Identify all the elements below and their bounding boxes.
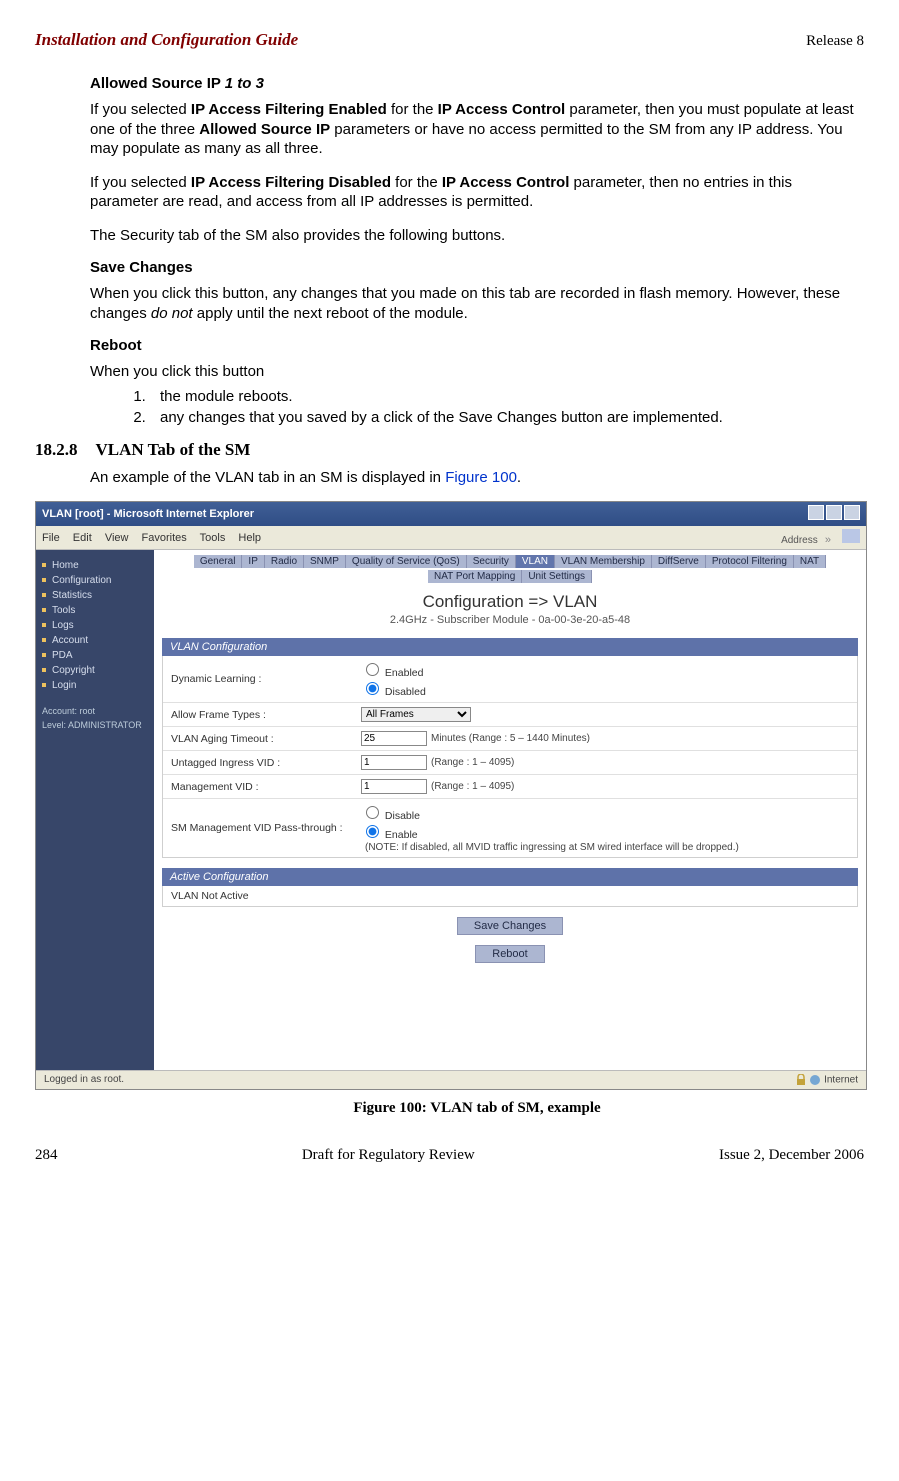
- untagged-vid-input[interactable]: [361, 755, 427, 770]
- radio-disabled[interactable]: [366, 682, 379, 695]
- field-label: Allow Frame Types :: [171, 709, 361, 721]
- lock-icon: [795, 1074, 807, 1086]
- menu-item[interactable]: Tools: [200, 532, 226, 544]
- heading-text: Allowed Source IP: [90, 75, 225, 92]
- paragraph: When you click this button, any changes …: [90, 284, 864, 323]
- tab[interactable]: Security: [467, 555, 516, 568]
- sidebar-item[interactable]: Copyright: [42, 663, 148, 678]
- field-label: Untagged Ingress VID :: [171, 757, 361, 769]
- menubar: File Edit View Favorites Tools Help Addr…: [36, 526, 866, 550]
- sidebar-item[interactable]: PDA: [42, 648, 148, 663]
- menu-item[interactable]: File: [42, 532, 60, 544]
- field-hint: Minutes (Range : 5 – 1440 Minutes): [431, 733, 590, 744]
- field-hint: (Range : 1 – 4095): [431, 781, 514, 792]
- tab[interactable]: SNMP: [304, 555, 346, 568]
- menu-item[interactable]: View: [105, 532, 129, 544]
- menu-item[interactable]: Favorites: [142, 532, 187, 544]
- radio-option[interactable]: Disabled: [361, 686, 426, 698]
- embedded-screenshot: VLAN [root] - Microsoft Internet Explore…: [35, 501, 867, 1090]
- minimize-icon[interactable]: [808, 505, 824, 520]
- figure-caption: Figure 100: VLAN tab of SM, example: [90, 1100, 864, 1117]
- sidebar-item[interactable]: Login: [42, 678, 148, 693]
- paragraph: An example of the VLAN tab in an SM is d…: [90, 468, 864, 488]
- sidebar-item[interactable]: Logs: [42, 618, 148, 633]
- panel-header: VLAN Configuration: [162, 638, 858, 656]
- paragraph: The Security tab of the SM also provides…: [90, 226, 864, 246]
- menu-item[interactable]: Help: [238, 532, 261, 544]
- tab-active[interactable]: VLAN: [516, 555, 555, 568]
- sidebar-item[interactable]: Account: [42, 633, 148, 648]
- window-controls[interactable]: [806, 505, 860, 523]
- radio-enabled[interactable]: [366, 663, 379, 676]
- tab[interactable]: VLAN Membership: [555, 555, 652, 568]
- footer-center: Draft for Regulatory Review: [302, 1147, 475, 1164]
- radio-enable[interactable]: [366, 825, 379, 838]
- save-changes-button[interactable]: Save Changes: [457, 917, 563, 935]
- tab[interactable]: Quality of Service (QoS): [346, 555, 467, 568]
- status-left: Logged in as root.: [44, 1074, 124, 1086]
- field-note: (NOTE: If disabled, all MVID traffic ing…: [365, 842, 739, 853]
- panel-body-text: VLAN Not Active: [171, 890, 249, 902]
- window-title: VLAN [root] - Microsoft Internet Explore…: [42, 508, 254, 520]
- section-heading: 18.2.8 VLAN Tab of the SM: [35, 440, 864, 460]
- sidebar-item[interactable]: Tools: [42, 603, 148, 618]
- maximize-icon[interactable]: [826, 505, 842, 520]
- radio-disable[interactable]: [366, 806, 379, 819]
- figure-link[interactable]: Figure 100: [445, 469, 517, 486]
- mgmt-vid-input[interactable]: [361, 779, 427, 794]
- section-number: 18.2.8: [35, 440, 78, 460]
- close-icon[interactable]: [844, 505, 860, 520]
- menu-item[interactable]: Edit: [73, 532, 92, 544]
- heading-save-changes: Save Changes: [90, 259, 864, 276]
- status-bar: Logged in as root. Internet: [36, 1070, 866, 1089]
- field-label: Dynamic Learning :: [171, 673, 361, 685]
- paragraph: If you selected IP Access Filtering Enab…: [90, 100, 864, 159]
- sidebar-item[interactable]: Statistics: [42, 588, 148, 603]
- aging-timeout-input[interactable]: [361, 731, 427, 746]
- field-label: SM Management VID Pass-through :: [171, 822, 361, 834]
- list-item: any changes that you saved by a click of…: [150, 409, 864, 426]
- tab[interactable]: Unit Settings: [522, 570, 592, 583]
- paragraph: If you selected IP Access Filtering Disa…: [90, 173, 864, 212]
- account-info: Account: root Level: ADMINISTRATOR: [42, 705, 148, 732]
- ordered-list: the module reboots. any changes that you…: [90, 388, 864, 426]
- radio-option[interactable]: Disable: [361, 810, 420, 822]
- windows-flag-icon: [842, 529, 860, 543]
- list-item: the module reboots.: [150, 388, 864, 405]
- field-label: Management VID :: [171, 781, 361, 793]
- heading-reboot: Reboot: [90, 337, 864, 354]
- doc-header-left: Installation and Configuration Guide: [35, 30, 298, 50]
- address-label: Address: [781, 535, 818, 546]
- panel-header: Active Configuration: [162, 868, 858, 886]
- tab[interactable]: Protocol Filtering: [706, 555, 794, 568]
- tab[interactable]: General: [194, 555, 243, 568]
- sidebar-item[interactable]: Home: [42, 558, 148, 573]
- tab[interactable]: Radio: [265, 555, 304, 568]
- status-right: Internet: [824, 1075, 858, 1086]
- page-title: Configuration => VLAN: [162, 592, 858, 612]
- heading-range: 1 to 3: [225, 75, 264, 92]
- tab[interactable]: NAT: [794, 555, 826, 568]
- doc-header-right: Release 8: [806, 33, 864, 50]
- paragraph: When you click this button: [90, 362, 864, 382]
- field-label: VLAN Aging Timeout :: [171, 733, 361, 745]
- tab-bar: GeneralIPRadioSNMPQuality of Service (Qo…: [162, 554, 858, 584]
- tab[interactable]: IP: [242, 555, 264, 568]
- tab[interactable]: DiffServe: [652, 555, 706, 568]
- section-title: VLAN Tab of the SM: [96, 440, 251, 460]
- frame-types-select[interactable]: All Frames: [361, 707, 471, 722]
- footer-right: Issue 2, December 2006: [719, 1147, 864, 1164]
- sidebar-item[interactable]: Configuration: [42, 573, 148, 588]
- field-hint: (Range : 1 – 4095): [431, 757, 514, 768]
- sidebar: Home Configuration Statistics Tools Logs…: [36, 550, 154, 1070]
- heading-allowed-source-ip: Allowed Source IP 1 to 3: [90, 75, 864, 92]
- internet-zone-icon: [809, 1074, 821, 1086]
- page-number: 284: [35, 1147, 58, 1164]
- radio-option[interactable]: Enabled: [361, 667, 423, 679]
- radio-option[interactable]: Enable: [361, 829, 418, 841]
- reboot-button[interactable]: Reboot: [475, 945, 544, 963]
- tab[interactable]: NAT Port Mapping: [428, 570, 522, 583]
- page-subtitle: 2.4GHz - Subscriber Module - 0a-00-3e-20…: [162, 614, 858, 626]
- window-titlebar: VLAN [root] - Microsoft Internet Explore…: [36, 502, 866, 526]
